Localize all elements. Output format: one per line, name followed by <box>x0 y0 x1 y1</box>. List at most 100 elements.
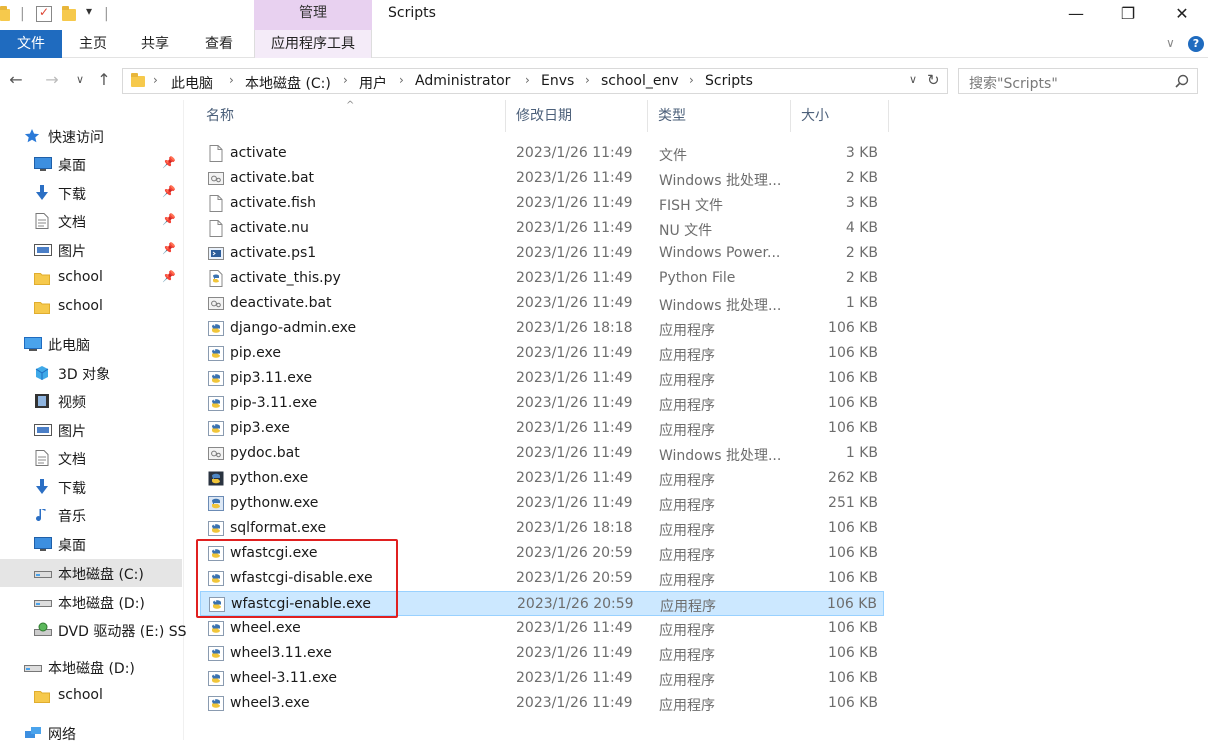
nav-item[interactable]: 本地磁盘 (D:) <box>0 653 182 681</box>
column-size[interactable]: 大小 <box>791 100 889 132</box>
tab-share[interactable]: 共享 <box>132 30 178 58</box>
nav-item[interactable]: 此电脑 <box>0 330 182 358</box>
search-box[interactable]: 搜索"Scripts" <box>958 68 1198 94</box>
nav-item[interactable]: 视频 <box>0 387 182 415</box>
file-type: 应用程序 <box>659 473 715 489</box>
nav-item[interactable]: 音乐 <box>0 501 182 529</box>
up-button[interactable]: ↑ <box>94 70 114 90</box>
file-name: django-admin.exe <box>230 320 357 336</box>
nav-item[interactable]: 文档 <box>0 444 182 472</box>
refresh-icon[interactable]: ↻ <box>927 71 940 89</box>
pin-icon[interactable]: 📌 <box>162 242 176 255</box>
breadcrumb-separator[interactable]: › <box>399 73 404 87</box>
column-name[interactable]: 名称 <box>196 100 506 132</box>
file-row[interactable]: pip3.11.exe 2023/1/26 11:49 应用程序 106 KB <box>200 366 884 391</box>
file-row[interactable]: wheel-3.11.exe 2023/1/26 11:49 应用程序 106 KB <box>200 666 884 691</box>
nav-item[interactable]: 快速访问 <box>0 122 182 150</box>
pin-icon[interactable]: 📌 <box>162 185 176 198</box>
help-icon[interactable]: ? <box>1188 36 1204 52</box>
tab-home[interactable]: 主页 <box>70 30 116 58</box>
search-icon[interactable] <box>1175 74 1189 88</box>
file-row[interactable]: pip-3.11.exe 2023/1/26 11:49 应用程序 106 KB <box>200 391 884 416</box>
address-dropdown-icon[interactable]: ∨ <box>909 73 917 86</box>
breadcrumb-separator[interactable]: › <box>689 73 694 87</box>
nav-item[interactable]: 网络 <box>0 719 182 747</box>
file-type: 应用程序 <box>659 398 715 414</box>
breadcrumb-this-pc[interactable]: 此电脑 <box>171 73 213 93</box>
nav-item[interactable]: DVD 驱动器 (E:) SS <box>0 616 187 644</box>
breadcrumb-school-env[interactable]: school_env <box>601 73 679 89</box>
file-date: 2023/1/26 11:49 <box>516 245 633 261</box>
breadcrumb-separator[interactable]: › <box>229 73 234 87</box>
file-row[interactable]: python.exe 2023/1/26 11:49 应用程序 262 KB <box>200 466 884 491</box>
breadcrumb-separator[interactable]: › <box>525 73 530 87</box>
file-row[interactable]: pydoc.bat 2023/1/26 11:49 Windows 批处理... 1 … <box>200 441 884 466</box>
file-name: pip-3.11.exe <box>230 395 318 411</box>
file-row[interactable]: django-admin.exe 2023/1/26 18:18 应用程序 106 K… <box>200 316 884 341</box>
ribbon-expand-icon[interactable]: ∨ <box>1166 36 1175 50</box>
nav-item[interactable]: 桌面 📌 <box>0 150 182 178</box>
nav-item[interactable]: 下载 📌 <box>0 179 182 207</box>
nav-item[interactable]: 本地磁盘 (C:) <box>0 559 182 587</box>
file-row[interactable]: activate.fish 2023/1/26 11:49 FISH 文件 3 KB <box>200 191 884 216</box>
file-name: wheel-3.11.exe <box>230 670 337 686</box>
tab-application-tools[interactable]: 应用程序工具 <box>254 30 372 58</box>
pin-icon[interactable]: 📌 <box>162 213 176 226</box>
file-row[interactable]: deactivate.bat 2023/1/26 11:49 Windows 批处理… <box>200 291 884 316</box>
breadcrumb-separator[interactable]: › <box>585 73 590 87</box>
forward-button[interactable]: → <box>42 70 62 90</box>
file-row[interactable]: activate.nu 2023/1/26 11:49 NU 文件 4 KB <box>200 216 884 241</box>
manage-context-tab[interactable]: 管理 <box>254 0 372 30</box>
file-type: 应用程序 <box>659 523 715 539</box>
breadcrumb-scripts[interactable]: Scripts <box>705 73 753 89</box>
nav-item[interactable]: 文档 📌 <box>0 207 182 235</box>
maximize-button[interactable]: ❐ <box>1110 3 1146 27</box>
nav-item[interactable]: school <box>0 682 182 710</box>
nav-item[interactable]: school <box>0 293 182 321</box>
file-row[interactable]: pythonw.exe 2023/1/26 11:49 应用程序 251 KB <box>200 491 884 516</box>
quick-access-dropdown-icon[interactable]: ▾ <box>86 4 92 18</box>
tab-file[interactable]: 文件 <box>0 30 62 58</box>
breadcrumb-drive-c[interactable]: 本地磁盘 (C:) <box>245 73 331 93</box>
file-date: 2023/1/26 18:18 <box>516 320 633 336</box>
nav-item[interactable]: 图片 <box>0 416 182 444</box>
exe-file-icon <box>208 395 224 412</box>
nav-item[interactable]: 图片 📌 <box>0 236 182 264</box>
file-row[interactable]: activate.bat 2023/1/26 11:49 Windows 批处理..… <box>200 166 884 191</box>
back-button[interactable]: ← <box>6 70 26 90</box>
file-type: 应用程序 <box>659 498 715 514</box>
breadcrumb-envs[interactable]: Envs <box>541 73 574 89</box>
file-row[interactable]: pip.exe 2023/1/26 11:49 应用程序 106 KB <box>200 341 884 366</box>
properties-icon[interactable]: ✓ <box>36 5 52 22</box>
nav-item[interactable]: 3D 对象 <box>0 359 182 387</box>
file-row[interactable]: wheel.exe 2023/1/26 11:49 应用程序 106 KB <box>200 616 884 641</box>
pin-icon[interactable]: 📌 <box>162 156 176 169</box>
breadcrumb-administrator[interactable]: Administrator <box>415 73 510 89</box>
file-row[interactable]: wheel3.exe 2023/1/26 11:49 应用程序 106 KB <box>200 691 884 716</box>
pin-icon[interactable]: 📌 <box>162 270 176 283</box>
close-button[interactable]: ✕ <box>1164 3 1200 27</box>
column-date[interactable]: 修改日期 <box>506 100 648 132</box>
breadcrumb-separator[interactable]: › <box>343 73 348 87</box>
file-row[interactable]: wheel3.11.exe 2023/1/26 11:49 应用程序 106 KB <box>200 641 884 666</box>
file-row[interactable]: activate 2023/1/26 11:49 文件 3 KB <box>200 141 884 166</box>
column-type[interactable]: 类型 <box>648 100 791 132</box>
file-type: 应用程序 <box>659 623 715 639</box>
file-row[interactable]: activate.ps1 2023/1/26 11:49 Windows Power… <box>200 241 884 266</box>
file-row[interactable]: activate_this.py 2023/1/26 11:49 Python Fi… <box>200 266 884 291</box>
tab-view[interactable]: 查看 <box>196 30 242 58</box>
minimize-button[interactable]: — <box>1058 3 1094 27</box>
nav-item[interactable]: 桌面 <box>0 530 182 558</box>
download-icon <box>34 185 50 201</box>
file-type: Windows Power... <box>659 245 781 261</box>
breadcrumb-separator[interactable]: › <box>153 73 158 87</box>
file-row[interactable]: sqlformat.exe 2023/1/26 18:18 应用程序 106 KB <box>200 516 884 541</box>
nav-item[interactable]: 下载 <box>0 473 182 501</box>
address-bar[interactable]: › 此电脑 › 本地磁盘 (C:) › 用户 › Administrator ›… <box>122 68 948 94</box>
breadcrumb-users[interactable]: 用户 <box>359 73 387 93</box>
nav-item[interactable]: 本地磁盘 (D:) <box>0 588 182 616</box>
new-folder-icon[interactable] <box>62 6 76 21</box>
recent-locations-dropdown[interactable]: ∨ <box>70 70 90 90</box>
nav-item[interactable]: school 📌 <box>0 264 182 292</box>
file-row[interactable]: pip3.exe 2023/1/26 11:49 应用程序 106 KB <box>200 416 884 441</box>
